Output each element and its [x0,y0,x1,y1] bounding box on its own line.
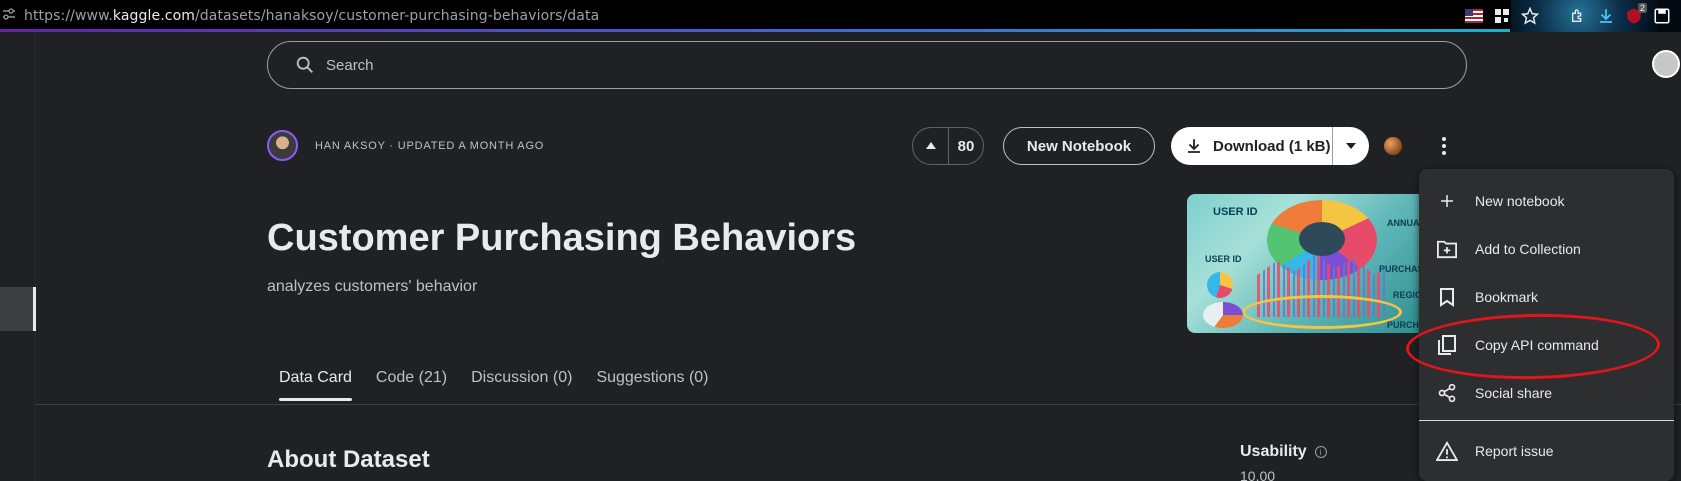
upvote-control: 80 [912,127,984,165]
tab-discussion[interactable]: Discussion (0) [471,369,572,401]
menu-item-copy-api-command[interactable]: Copy API command [1419,321,1674,369]
usability-label: Usability [1240,443,1307,460]
more-options-menu: New notebook Add to Collection Bookmark … [1419,169,1674,481]
thumb-label: USER ID [1205,254,1242,264]
caret-up-icon [925,142,936,149]
user-avatar[interactable] [1652,50,1680,78]
page-load-progress [0,29,1510,32]
site-settings-icon[interactable] [2,8,16,20]
rail-active-item[interactable] [0,287,36,331]
qr-grid-icon[interactable] [1491,5,1513,27]
plus-icon [1435,189,1459,213]
download-button[interactable]: Download (1 kB) [1171,127,1333,165]
extensions-puzzle-icon[interactable] [1567,5,1589,27]
search-bar[interactable] [267,41,1467,89]
url-field[interactable]: https://www.kaggle.com/datasets/hanaksoy… [24,8,599,24]
dataset-thumbnail: USER ID USER ID ANNUAL PURCHASE REGION P… [1187,194,1427,333]
menu-item-label: New notebook [1475,193,1565,209]
caret-down-icon [1346,143,1356,149]
url-prefix: https://www. [24,8,113,24]
about-dataset-heading: About Dataset [267,446,430,473]
menu-item-new-notebook[interactable]: New notebook [1419,177,1674,225]
menu-item-label: Add to Collection [1475,241,1581,257]
more-options-button[interactable] [1432,131,1456,161]
tab-code[interactable]: Code (21) [376,369,447,401]
dataset-tabs: Data Card Code (21) Discussion (0) Sugge… [279,369,709,401]
share-icon [1435,381,1459,405]
bookmark-star-icon[interactable] [1519,5,1541,27]
menu-item-label: Report issue [1475,443,1554,459]
menu-divider [1419,420,1674,421]
ublock-extension-icon[interactable]: 2 [1623,3,1647,27]
download-icon [1188,139,1200,153]
language-flag-icon[interactable] [1463,5,1485,27]
url-domain: kaggle.com [112,8,195,24]
info-icon[interactable]: i [1314,446,1327,458]
dataset-title: Customer Purchasing Behaviors [267,217,857,259]
browser-address-bar: https://www.kaggle.com/datasets/hanaksoy… [0,0,1681,32]
warning-icon [1435,439,1459,463]
menu-item-report-issue[interactable]: Report issue [1419,427,1674,475]
menu-item-bookmark[interactable]: Bookmark [1419,273,1674,321]
menu-item-add-to-collection[interactable]: Add to Collection [1419,225,1674,273]
thumb-label: PURCH [1387,320,1420,330]
menu-item-label: Bookmark [1475,289,1539,305]
download-label: Download (1 kB) [1213,137,1331,155]
upvote-button[interactable] [913,128,949,164]
copy-icon [1435,333,1459,357]
save-icon[interactable] [1651,5,1673,27]
downloads-icon[interactable] [1595,5,1617,27]
usability-value: 10.00 [1240,468,1276,481]
dataset-subtitle: analyzes customers' behavior [267,278,478,295]
folder-plus-icon [1435,237,1459,261]
author-avatar[interactable] [267,130,298,161]
tab-data-card[interactable]: Data Card [279,369,352,401]
extension-tray: 2 [1463,0,1681,32]
tab-suggestions[interactable]: Suggestions (0) [596,369,708,401]
bookmark-icon [1435,285,1459,309]
menu-item-label: Social share [1475,385,1553,401]
download-control: Download (1 kB) [1171,127,1369,165]
url-path: /datasets/hanaksoy/customer-purchasing-b… [194,8,600,24]
search-input[interactable] [326,56,1426,74]
menu-item-social-share[interactable]: Social share [1419,369,1674,417]
search-icon [296,56,313,73]
usability-heading: Usability i [1240,443,1327,461]
left-nav-rail [0,32,36,481]
menu-item-label: Copy API command [1475,337,1599,353]
vote-count: 80 [957,137,975,155]
thumb-label: USER ID [1213,206,1258,218]
author-updated-line: HAN AKSOY · UPDATED A MONTH AGO [315,140,545,152]
new-notebook-button[interactable]: New Notebook [1003,127,1155,165]
extension-badge-count: 2 [1637,3,1647,13]
download-options-button[interactable] [1333,142,1369,150]
medal-badge-icon [1384,137,1402,155]
